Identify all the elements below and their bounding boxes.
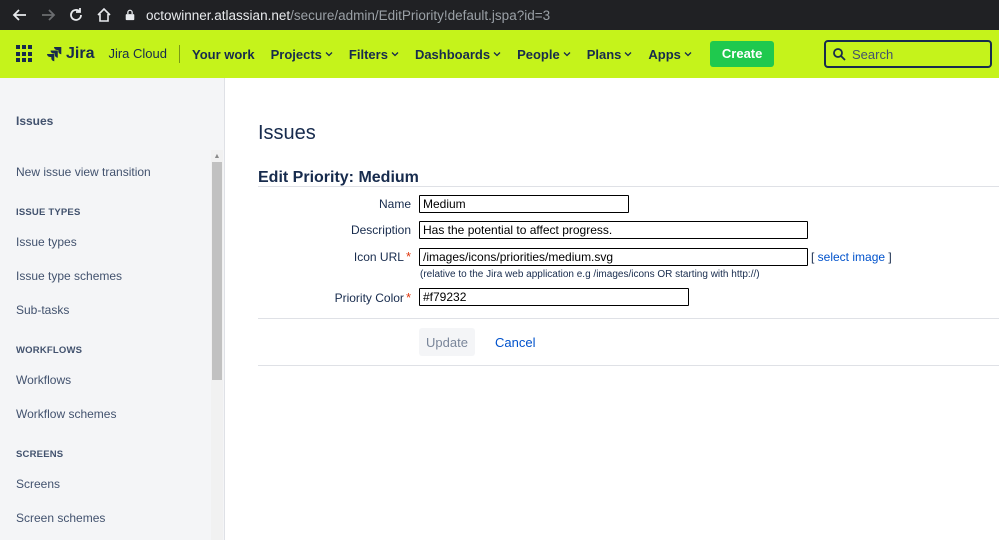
menu-filters[interactable]: Filters (341, 38, 407, 70)
menu-label: Filters (348, 46, 388, 62)
priority-color-field[interactable] (419, 288, 689, 306)
menu-apps[interactable]: Apps (640, 38, 700, 70)
forward-icon[interactable] (34, 0, 62, 30)
jira-logo[interactable]: Jira (46, 45, 94, 63)
icon-url-field[interactable] (419, 248, 808, 266)
menu-dashboards[interactable]: Dashboards (407, 38, 509, 70)
home-icon[interactable] (90, 0, 118, 30)
name-label: Name (251, 197, 411, 211)
reload-icon[interactable] (62, 0, 90, 30)
url-host: octowinner.atlassian.net (146, 7, 291, 23)
sidebar-item-workflow-schemes[interactable]: Workflow schemes (16, 407, 116, 421)
sidebar-item-issue-type-schemes[interactable]: Issue type schemes (16, 269, 122, 283)
sidebar-item-screens[interactable]: Screens (16, 477, 60, 491)
cancel-link[interactable]: Cancel (495, 335, 535, 350)
required-asterisk: * (405, 249, 411, 264)
menu-label: Your work (192, 46, 255, 62)
chevron-down-icon (684, 52, 692, 57)
select-image-link[interactable]: [ select image ] (811, 250, 892, 264)
description-field[interactable] (419, 221, 808, 239)
main-menu: Your work Projects Filters Dashboards Pe… (184, 38, 775, 70)
priority-color-label: Priority Color * (251, 290, 411, 305)
chevron-down-icon (563, 52, 571, 57)
search-icon (833, 48, 846, 61)
menu-projects[interactable]: Projects (263, 38, 341, 70)
update-button[interactable]: Update (419, 328, 475, 356)
name-field[interactable] (419, 195, 629, 213)
priority-color-label-text: Priority Color (334, 291, 404, 305)
sidebar-item-workflows[interactable]: Workflows (16, 373, 71, 387)
sidebar: Issues New issue view transition ISSUE T… (0, 78, 225, 540)
sidebar-item-screen-schemes[interactable]: Screen schemes (16, 511, 105, 525)
lock-icon (124, 8, 138, 22)
menu-label: People (517, 46, 560, 62)
menu-your-work[interactable]: Your work (184, 38, 263, 70)
menu-label: Dashboards (414, 46, 491, 62)
chevron-down-icon (493, 52, 501, 57)
form-title: Edit Priority: Medium (258, 169, 419, 186)
search-box[interactable] (824, 40, 992, 68)
jira-logo-icon (47, 47, 62, 62)
menu-plans[interactable]: Plans (579, 38, 641, 70)
sidebar-item-issue-types[interactable]: Issue types (16, 235, 77, 249)
app-switcher-icon[interactable] (16, 45, 34, 63)
scroll-up-arrow-icon[interactable]: ▲ (211, 150, 223, 162)
sidebar-heading-workflows: WORKFLOWS (16, 345, 83, 356)
form-bottom-divider (258, 365, 999, 366)
sidebar-item-sub-tasks[interactable]: Sub-tasks (16, 303, 69, 317)
scroll-thumb[interactable] (212, 162, 222, 380)
top-navigation: Jira Jira Cloud Your work Projects Filte… (0, 30, 999, 78)
page-title: Issues (258, 122, 316, 144)
description-label: Description (251, 223, 411, 237)
create-button[interactable]: Create (709, 41, 775, 67)
required-asterisk: * (405, 290, 411, 305)
sidebar-title: Issues (16, 114, 54, 128)
product-name[interactable]: Jira Cloud (108, 45, 180, 63)
menu-label: Plans (586, 46, 622, 62)
icon-url-label-text: Icon URL (353, 250, 404, 264)
back-icon[interactable] (6, 0, 34, 30)
select-image-label: select image (817, 250, 886, 264)
menu-label: Projects (270, 46, 322, 62)
chevron-down-icon (624, 52, 632, 57)
sidebar-item-new-issue-view-transition[interactable]: New issue view transition (16, 165, 151, 179)
icon-url-hint: (relative to the Jira web application e.… (420, 269, 760, 280)
main-content: Issues Edit Priority: Medium Name Descri… (226, 78, 999, 540)
sidebar-scrollbar[interactable]: ▲ (211, 150, 223, 540)
sidebar-heading-screens: SCREENS (16, 449, 64, 460)
name-label-text: Name (378, 197, 411, 211)
menu-label: Apps (648, 46, 681, 62)
address-bar[interactable]: octowinner.atlassian.net/secure/admin/Ed… (124, 0, 550, 30)
sidebar-heading-issue-types: ISSUE TYPES (16, 207, 81, 218)
url-path: /secure/admin/EditPriority!default.jspa?… (290, 7, 551, 23)
description-label-text: Description (350, 223, 411, 237)
search-input[interactable] (852, 46, 982, 62)
icon-url-label: Icon URL * (251, 249, 411, 264)
chevron-down-icon (391, 52, 399, 57)
browser-toolbar: octowinner.atlassian.net/secure/admin/Ed… (0, 0, 999, 30)
logo-text: Jira (66, 45, 95, 62)
form-header-divider (258, 186, 999, 187)
menu-people[interactable]: People (509, 38, 579, 70)
chevron-down-icon (325, 52, 333, 57)
form-buttons-divider (258, 318, 999, 319)
